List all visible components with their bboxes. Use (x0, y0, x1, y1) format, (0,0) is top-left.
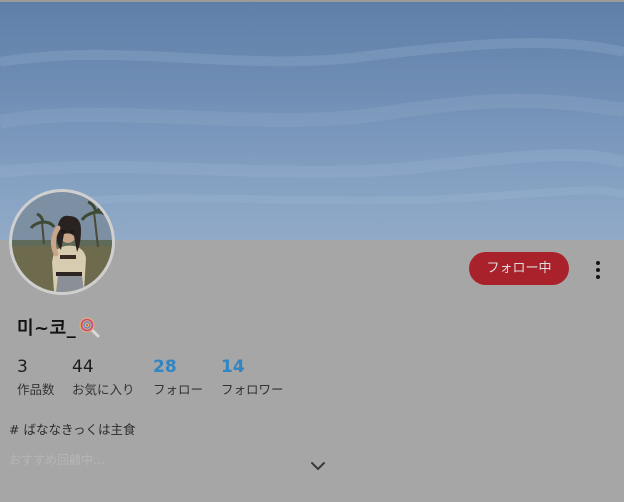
stat-works-count: 3 (17, 357, 28, 377)
profile-name-row: 미~코_ (17, 314, 100, 340)
follow-button[interactable]: フォロー中 (469, 252, 569, 285)
profile-bio-faded: おすすめ回顧中… (9, 453, 106, 467)
chevron-down-icon[interactable] (310, 459, 326, 473)
more-options-icon[interactable] (588, 258, 608, 282)
stat-works[interactable]: 3 作品数 (17, 357, 55, 397)
stat-followers-label: フォロワー (221, 382, 284, 397)
stat-favorites[interactable]: 44 お気に入り (72, 357, 135, 397)
stat-following[interactable]: 28 フォロー (153, 357, 203, 397)
stat-following-label: フォロー (153, 382, 204, 397)
lollipop-icon (79, 317, 100, 338)
profile-name: 미~코_ (17, 318, 77, 339)
stat-works-label: 作品数 (17, 382, 55, 397)
avatar-photo (12, 192, 112, 292)
avatar[interactable] (9, 189, 115, 295)
stat-favorites-count: 44 (72, 357, 94, 377)
stat-followers-count: 14 (221, 357, 245, 377)
profile-bio: # ばななきっくは主食 (9, 422, 136, 437)
stat-followers[interactable]: 14 フォロワー (221, 357, 284, 397)
stat-following-count: 28 (153, 357, 177, 377)
stat-favorites-label: お気に入り (72, 382, 135, 397)
